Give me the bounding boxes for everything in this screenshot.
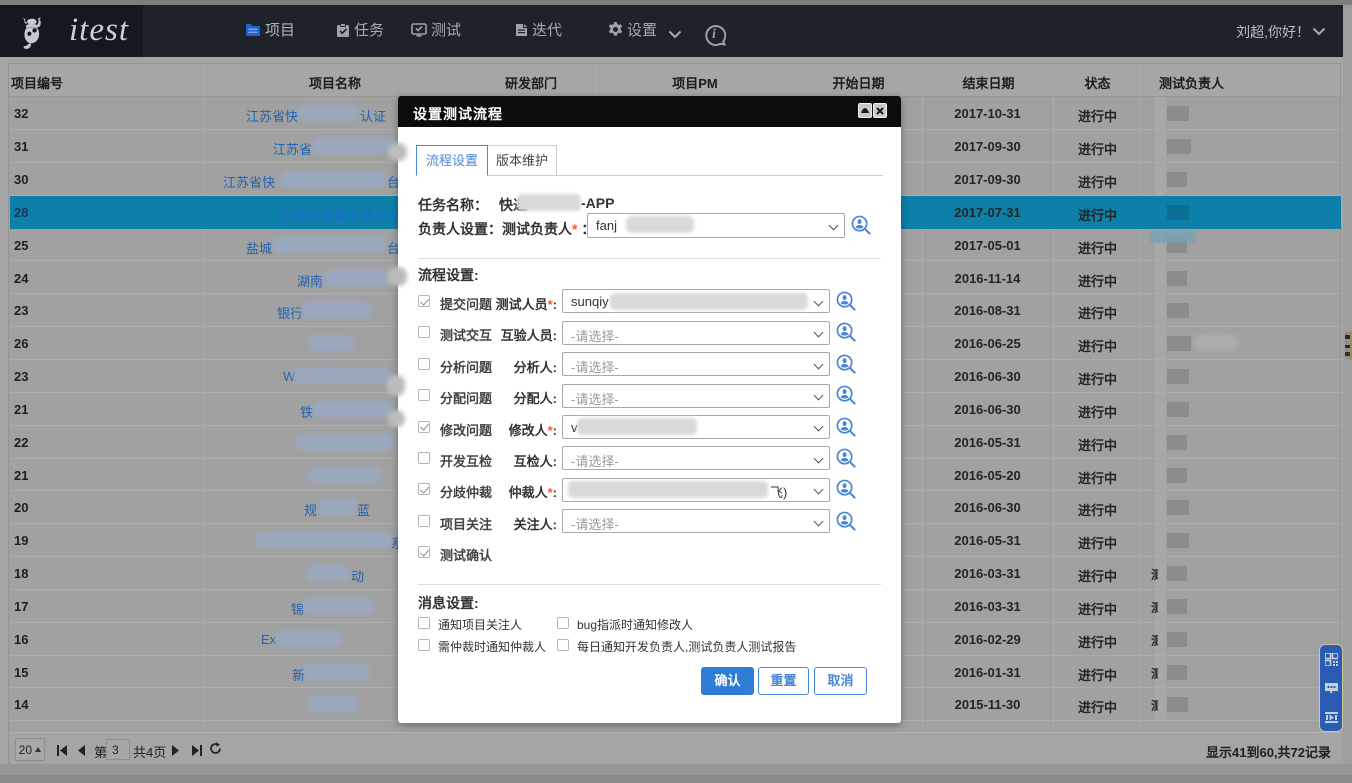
svg-text:i: i: [712, 27, 716, 42]
